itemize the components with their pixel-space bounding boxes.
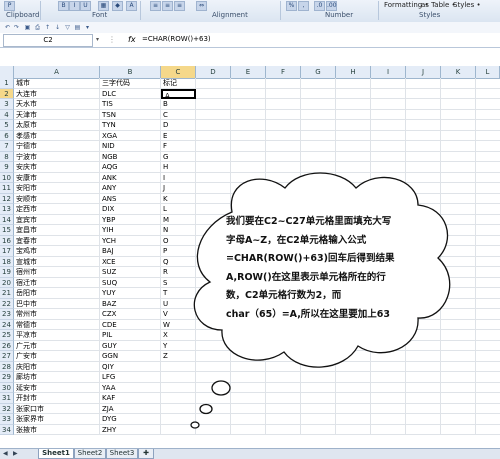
- callout-line: 字母A~Z，在C2单元格输入公式: [226, 234, 367, 246]
- callout-text: 我们要在C2~C27单元格里面填充大写 字母A~Z，在C2单元格输入公式 =CH…: [226, 213, 422, 325]
- sheet-tab-bar: ◀ ▶ Sheet1 Sheet2 Sheet3 ✚: [0, 448, 500, 459]
- cloud-tail-dot-large: [211, 380, 231, 396]
- callout-line: 我们要在C2~C27单元格里面填充大写: [226, 216, 392, 227]
- callout-line: A,ROW()在这里表示单元格所在的行: [226, 271, 386, 283]
- callout-line: char（65）=A,所以在这里要加上63: [226, 308, 391, 320]
- callout-line: =CHAR(ROW()+63)回车后得到结果: [226, 253, 395, 265]
- callout-line: 数，C2单元格行数为2，而: [226, 290, 342, 302]
- next-sheet-arrow-icon[interactable]: ▶: [13, 449, 18, 458]
- first-sheet-arrow-icon[interactable]: ◀: [3, 449, 8, 458]
- cloud-tail-dot-small: [190, 421, 200, 429]
- cloud-tail-dot-medium: [199, 403, 213, 415]
